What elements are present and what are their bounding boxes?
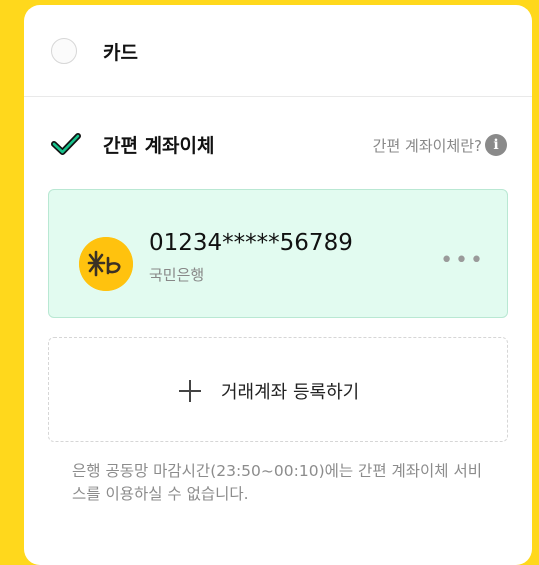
more-options-icon[interactable]: ••• bbox=[440, 248, 485, 273]
selected-account-card[interactable]: 01234*****56789 국민은행 ••• bbox=[48, 189, 508, 318]
easy-transfer-help-link[interactable]: 간편 계좌이체란? bbox=[373, 135, 482, 156]
bank-name: 국민은행 bbox=[149, 266, 205, 284]
account-number: 01234*****56789 bbox=[149, 230, 353, 256]
service-notice-text: 은행 공동망 마감시간(23:50~00:10)에는 간편 계좌이체 서비스를 … bbox=[72, 462, 482, 503]
checkmark-icon[interactable] bbox=[50, 131, 82, 157]
info-icon[interactable]: i bbox=[485, 134, 507, 156]
card-option-label: 카드 bbox=[103, 42, 138, 64]
register-account-button[interactable]: 거래계좌 등록하기 bbox=[48, 337, 508, 442]
payment-method-panel: 카드 간편 계좌이체 간편 계좌이체란? i 01234*****56789 국… bbox=[24, 5, 532, 565]
easy-transfer-option-label[interactable]: 간편 계좌이체 bbox=[103, 131, 215, 158]
register-account-label: 거래계좌 등록하기 bbox=[221, 382, 360, 403]
plus-icon bbox=[179, 380, 201, 402]
card-radio-button[interactable] bbox=[51, 38, 77, 64]
card-payment-option[interactable]: 카드 bbox=[24, 5, 532, 97]
kb-bank-logo-icon bbox=[79, 237, 133, 291]
